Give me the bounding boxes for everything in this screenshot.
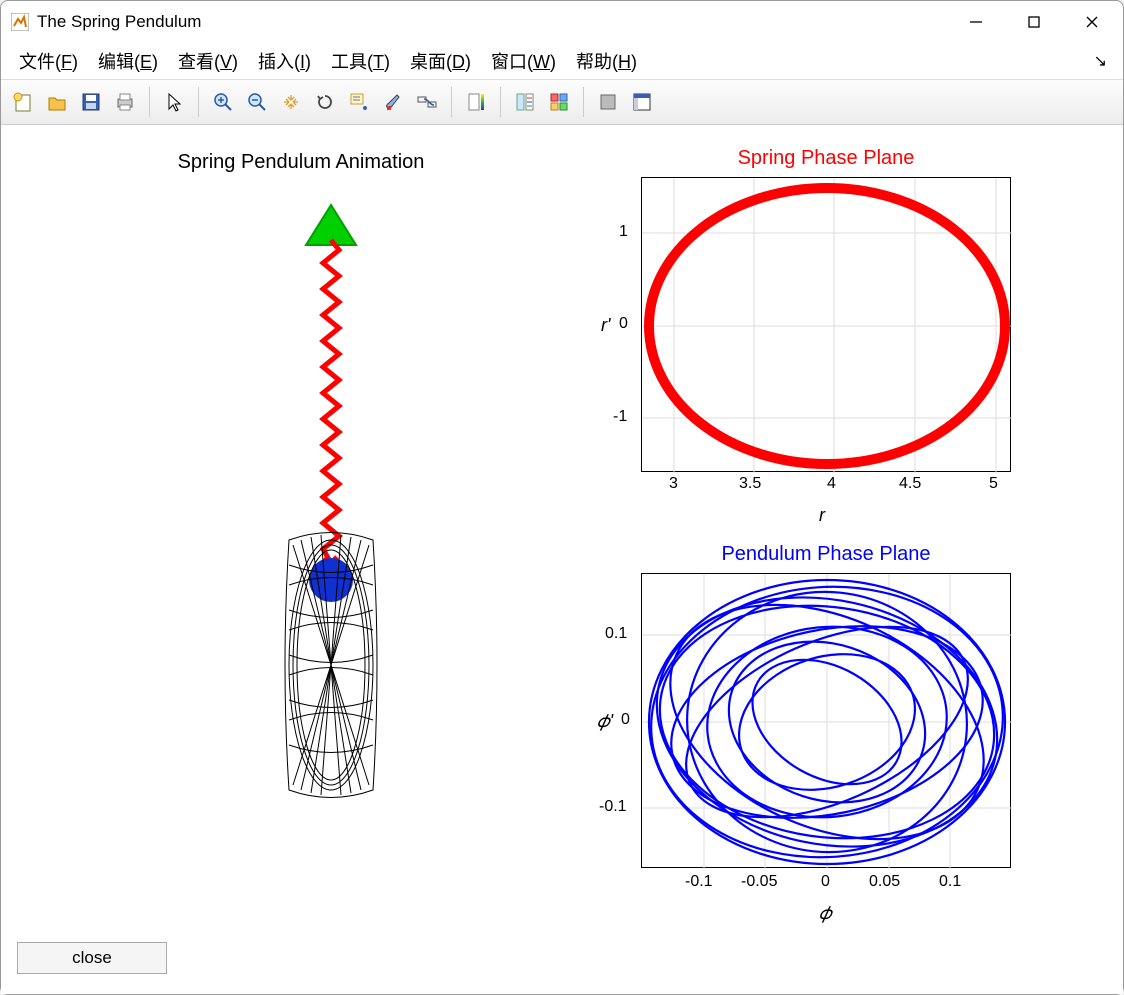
open-button[interactable] <box>41 86 73 118</box>
phi-axis-label: 𝜙 <box>819 903 832 924</box>
menu-window[interactable]: 窗口(W) <box>481 44 566 78</box>
zoom-in-button[interactable] <box>207 86 239 118</box>
pend-ytick-p1: 0.1 <box>605 625 627 643</box>
new-figure-button[interactable] <box>7 86 39 118</box>
close-window-button[interactable] <box>1063 2 1121 42</box>
rp-axis-label: r' <box>601 315 610 336</box>
minimize-button[interactable] <box>947 2 1005 42</box>
dock-arrow-icon[interactable]: ↘ <box>1094 51 1115 71</box>
pendulum-phase-title: Pendulum Phase Plane <box>641 543 1011 566</box>
pend-xtick-n05: -0.05 <box>741 873 777 891</box>
pend-xtick-0: 0 <box>821 873 830 891</box>
animation-title: Spring Pendulum Animation <box>101 151 501 174</box>
spring-ytick-n1: -1 <box>613 408 627 426</box>
titlebar: The Spring Pendulum <box>1 1 1123 43</box>
matlab-icon <box>11 13 29 31</box>
spring-phase-title: Spring Phase Plane <box>641 147 1011 170</box>
rotate-button[interactable] <box>309 86 341 118</box>
spring-xtick-35: 3.5 <box>739 475 761 493</box>
link-button[interactable] <box>411 86 443 118</box>
menu-help[interactable]: 帮助(H) <box>566 44 647 78</box>
spring-ytick-1: 1 <box>619 223 628 241</box>
hide-plot-tools-button[interactable] <box>592 86 624 118</box>
menu-tools[interactable]: 工具(T) <box>321 44 400 78</box>
pend-ytick-n1: -0.1 <box>599 798 627 816</box>
pendulum-phase-axes[interactable] <box>641 573 1011 868</box>
show-plot-tools-button[interactable] <box>626 86 658 118</box>
pend-ytick-0: 0 <box>621 711 630 729</box>
spring-xtick-3: 3 <box>669 475 678 493</box>
spring-phase-axes[interactable] <box>641 177 1011 472</box>
spring-ytick-0: 0 <box>619 315 628 333</box>
pend-xtick-p05: 0.05 <box>869 873 900 891</box>
maximize-button[interactable] <box>1005 2 1063 42</box>
zoom-out-button[interactable] <box>241 86 273 118</box>
r-axis-label: r <box>819 505 825 526</box>
menubar: 文件(F) 编辑(E) 查看(V) 插入(I) 工具(T) 桌面(D) 窗口(W… <box>1 43 1123 79</box>
toolbar <box>1 79 1123 125</box>
figure-area: Spring Pendulum Animation <box>1 125 1123 994</box>
figure-window: The Spring Pendulum 文件(F) 编辑(E) 查看(V) 插入… <box>0 0 1124 995</box>
pointer-button[interactable] <box>158 86 190 118</box>
print-button[interactable] <box>109 86 141 118</box>
menu-insert[interactable]: 插入(I) <box>248 44 321 78</box>
plot-catalog-button[interactable] <box>543 86 575 118</box>
menu-file[interactable]: 文件(F) <box>9 44 88 78</box>
pend-xtick-p1: 0.1 <box>939 873 961 891</box>
spring-xtick-4: 4 <box>827 475 836 493</box>
pend-xtick-n1: -0.1 <box>685 873 713 891</box>
animation-canvas <box>81 185 521 865</box>
menu-desktop[interactable]: 桌面(D) <box>400 44 481 78</box>
spring-xtick-5: 5 <box>989 475 998 493</box>
legend-button[interactable] <box>509 86 541 118</box>
save-button[interactable] <box>75 86 107 118</box>
colorbar-button[interactable] <box>460 86 492 118</box>
close-button[interactable]: close <box>17 942 167 974</box>
menu-view[interactable]: 查看(V) <box>168 44 248 78</box>
phip-axis-label: 𝜙' <box>597 711 613 732</box>
spring-xtick-45: 4.5 <box>899 475 921 493</box>
datatip-button[interactable] <box>343 86 375 118</box>
window-controls <box>947 2 1121 42</box>
window-title: The Spring Pendulum <box>37 12 947 32</box>
menu-edit[interactable]: 编辑(E) <box>88 44 168 78</box>
pan-button[interactable] <box>275 86 307 118</box>
brush-button[interactable] <box>377 86 409 118</box>
